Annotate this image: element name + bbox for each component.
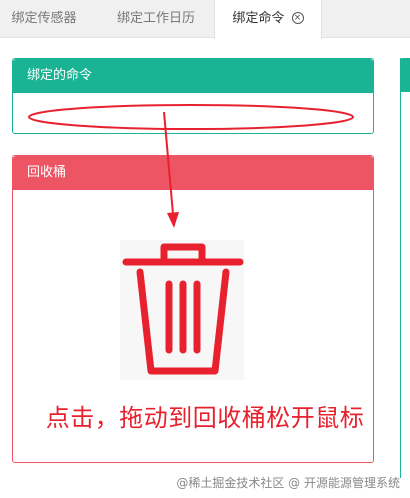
recycle-bin-title: 回收桶 <box>13 156 373 190</box>
bound-commands-panel: 绑定的命令 <box>12 58 374 134</box>
tab-bind-sensor[interactable]: 绑定传感器 <box>0 0 88 38</box>
close-icon[interactable]: × <box>291 11 304 24</box>
right-panel-header-edge <box>400 58 410 92</box>
drag-instruction-caption: 点击，拖动到回收桶松开鼠标 <box>45 404 365 432</box>
watermark: @稀土掘金技术社区 @ 开源能源管理系统 <box>176 476 400 490</box>
tab-bind-work-calendar[interactable]: 绑定工作日历 <box>100 0 212 38</box>
tab-bar: 绑定传感器 绑定工作日历 绑定命令 × <box>0 0 410 39</box>
tab-bind-command[interactable]: 绑定命令 × <box>214 0 322 39</box>
trash-bin-icon[interactable] <box>120 238 246 380</box>
tab-bind-command-label: 绑定命令 <box>232 11 285 26</box>
bound-commands-title: 绑定的命令 <box>13 59 373 93</box>
